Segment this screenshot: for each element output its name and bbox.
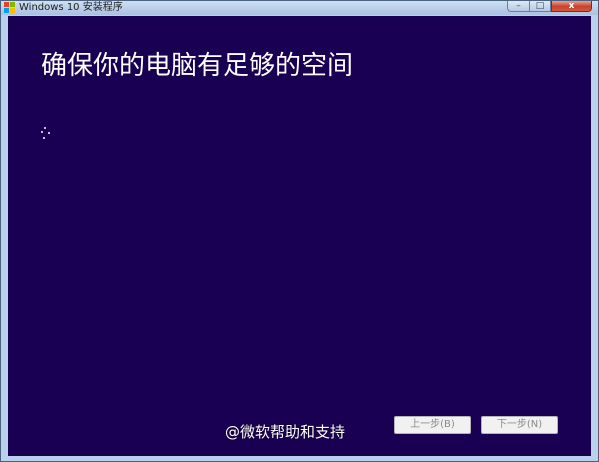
caption-buttons: – □ x bbox=[507, 1, 592, 13]
windows-setup-icon bbox=[4, 2, 15, 13]
back-button[interactable]: 上一步(B) bbox=[394, 416, 471, 434]
maximize-icon: □ bbox=[535, 0, 545, 11]
minimize-icon: – bbox=[516, 0, 521, 11]
window-title: Windows 10 安装程序 bbox=[19, 2, 123, 13]
close-button[interactable]: x bbox=[551, 1, 592, 12]
title-bar[interactable]: Windows 10 安装程序 – □ x bbox=[1, 1, 598, 15]
next-button[interactable]: 下一步(N) bbox=[481, 416, 558, 434]
minimize-button[interactable]: – bbox=[507, 1, 529, 12]
setup-content: 确保你的电脑有足够的空间 上一步(B) 下一步(N) bbox=[8, 16, 591, 456]
close-icon: x bbox=[568, 0, 575, 11]
setup-window: Windows 10 安装程序 – □ x 确保你的电脑有足够的空间 上一步(B… bbox=[0, 0, 599, 462]
loading-spinner-icon bbox=[40, 127, 52, 141]
watermark-text: @微软帮助和支持 bbox=[225, 423, 346, 441]
maximize-button[interactable]: □ bbox=[529, 1, 551, 12]
page-title: 确保你的电脑有足够的空间 bbox=[41, 51, 354, 81]
